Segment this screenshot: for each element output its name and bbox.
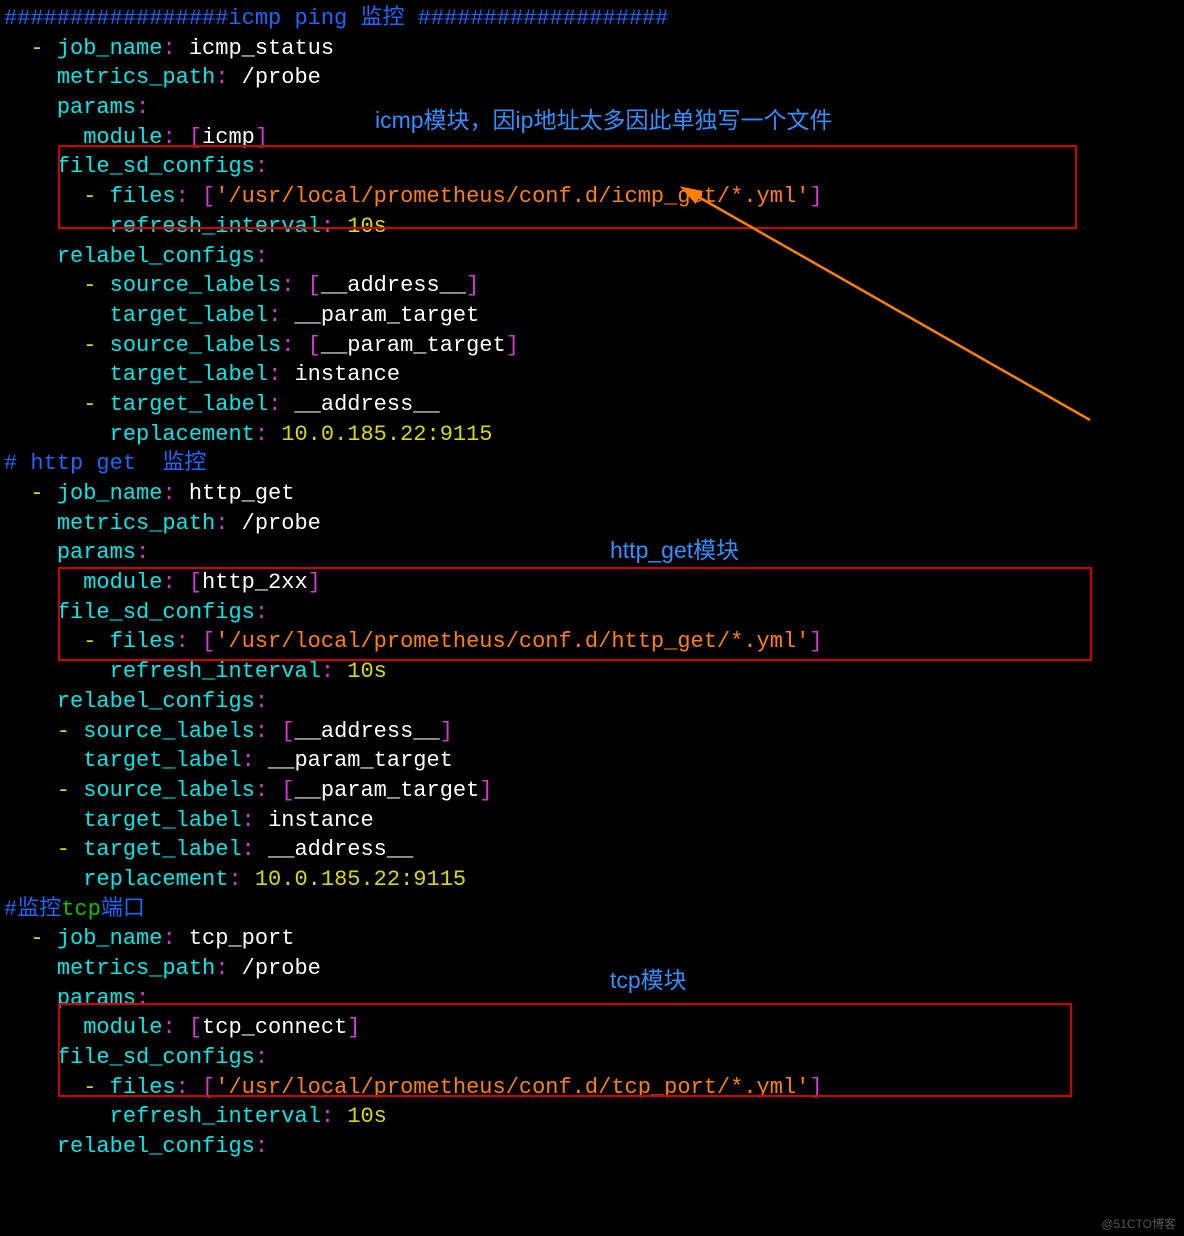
comment-http-section: # http get 监控 bbox=[4, 451, 206, 476]
annotation-http: http_get模块 bbox=[610, 535, 739, 566]
comment-tcp-section: #监控tcp端口 bbox=[4, 897, 145, 922]
watermark-text: @51CTO博客 bbox=[1101, 1216, 1176, 1232]
annotation-icmp: icmp模块，因ip地址太多因此单独写一个文件 bbox=[375, 105, 832, 136]
yaml-code-block: #################icmp ping 监控 ##########… bbox=[0, 0, 1184, 1162]
comment-icmp-section: #################icmp ping 监控 ##########… bbox=[4, 6, 669, 31]
annotation-tcp: tcp模块 bbox=[610, 965, 687, 996]
